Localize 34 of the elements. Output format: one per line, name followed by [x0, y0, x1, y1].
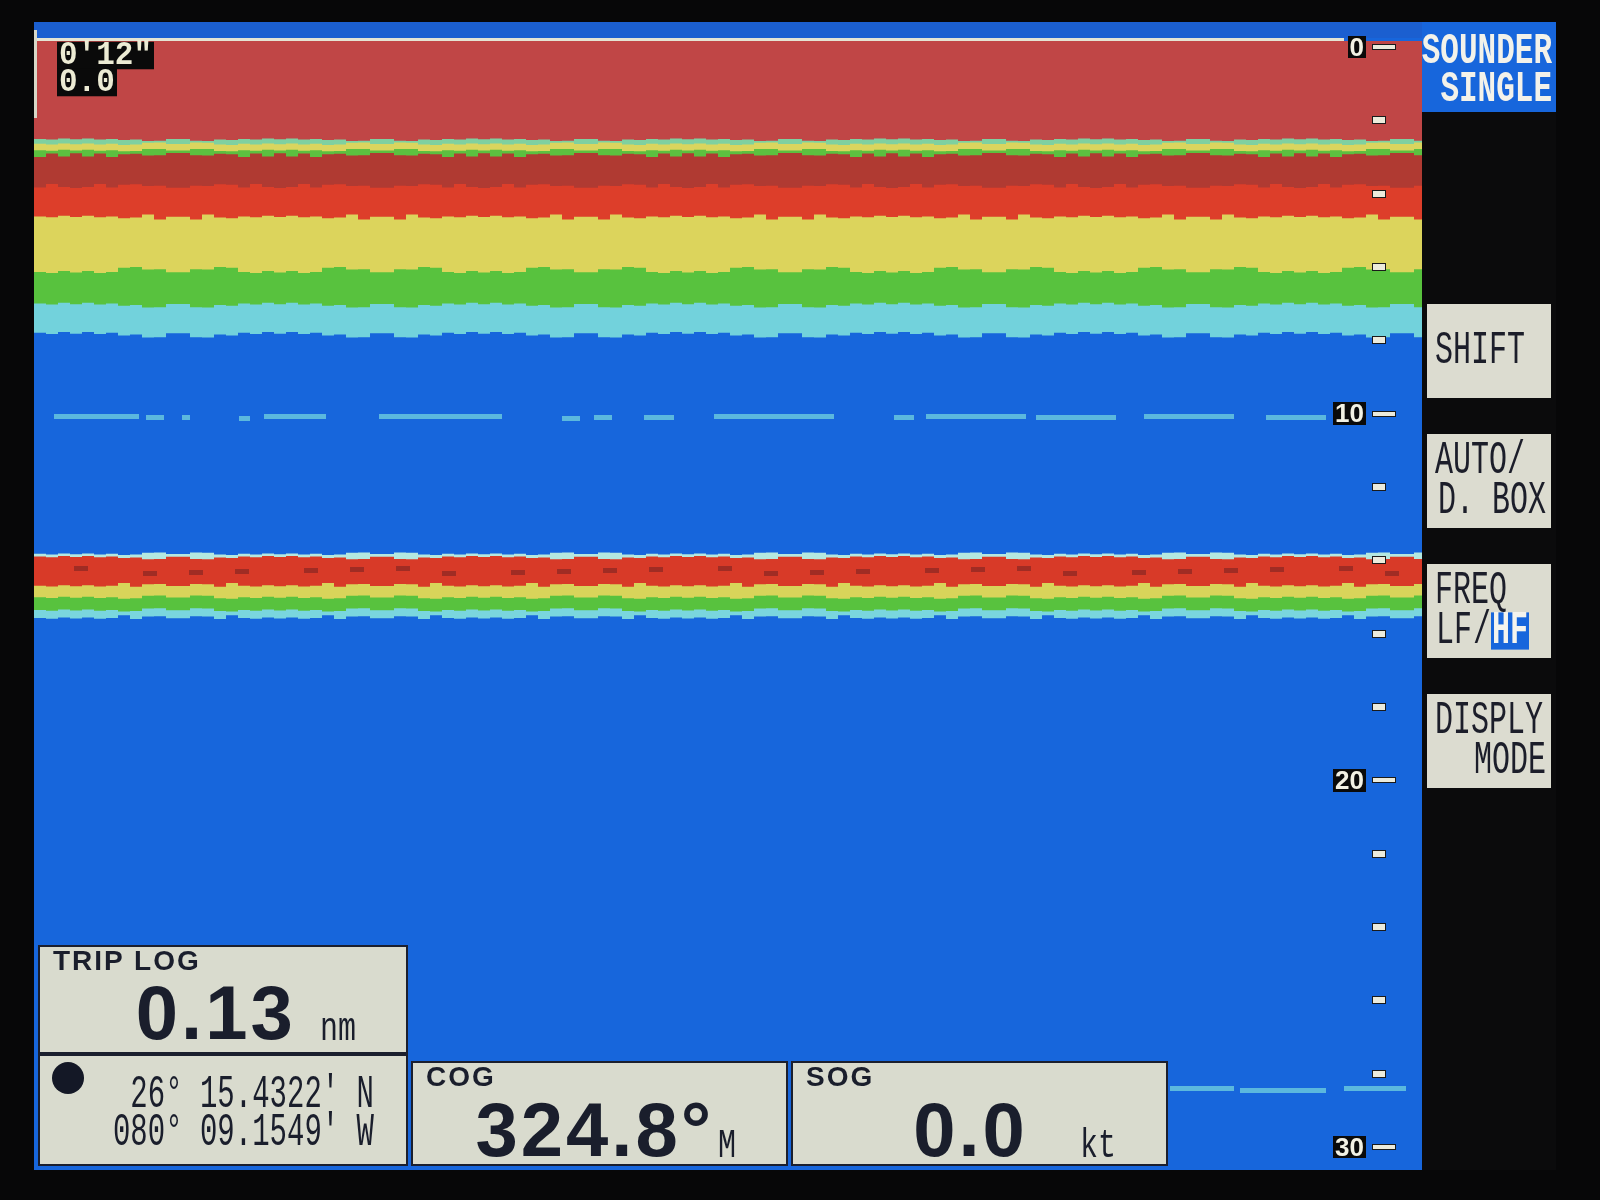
readout-label: COG	[426, 1066, 496, 1089]
soft-key[interactable]: SHIFT	[1427, 304, 1551, 398]
soft-key[interactable]: AUTO/ D. BOX	[1427, 434, 1551, 528]
depth-label: 30	[1333, 1135, 1366, 1159]
readout-value: 324.8°	[475, 1100, 715, 1161]
scale-tick-icon	[1372, 482, 1386, 491]
position-dot-icon	[52, 1062, 84, 1094]
toggle-option: LF	[1435, 612, 1473, 650]
scale-tick-icon	[1372, 1069, 1386, 1078]
unit-label: M	[718, 1125, 736, 1167]
readout-value: 0.13	[135, 983, 296, 1044]
scale-tick-icon	[1372, 922, 1386, 931]
scale-tick-icon	[1372, 44, 1396, 50]
readout-value: 0.0	[913, 1100, 1028, 1161]
readout-label: SOG	[806, 1066, 875, 1089]
unit-label: kt	[1080, 1125, 1116, 1167]
soft-key[interactable]: FREQ LF/HF	[1427, 564, 1551, 658]
scale-tick-icon	[1372, 1143, 1396, 1150]
unit-label: nm	[320, 1008, 356, 1050]
scale-tick-icon	[1372, 777, 1396, 784]
readout-text: 0'12"	[57, 41, 154, 70]
scale-tick-icon	[1372, 849, 1386, 858]
depth-label: 20	[1333, 768, 1366, 792]
readout-text: 0.0	[57, 68, 117, 96]
readout-label: TRIP LOG	[53, 950, 201, 973]
scale-tick-icon	[1372, 410, 1396, 417]
soft-key[interactable]: DISPLY MODE	[1427, 694, 1551, 788]
depth-label: 10	[1333, 402, 1366, 426]
toggle-option: HF	[1491, 612, 1530, 650]
scale-tick-icon	[1372, 996, 1386, 1005]
scale-tick-icon	[1372, 116, 1386, 125]
mode-label: SOUNDER SINGLE	[1422, 22, 1556, 112]
scale-tick-icon	[1372, 702, 1386, 711]
scale-tick-icon	[1372, 629, 1386, 638]
